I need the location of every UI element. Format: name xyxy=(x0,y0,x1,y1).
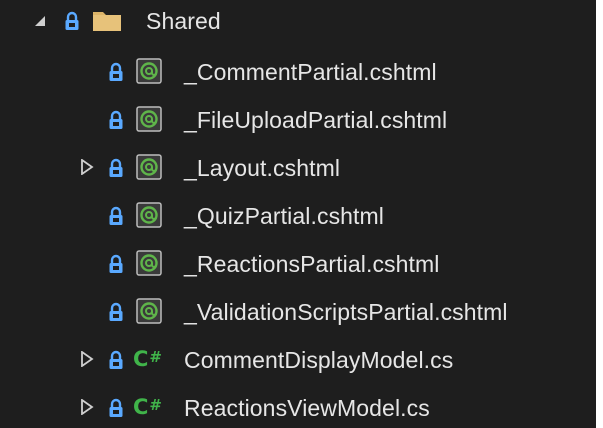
tree-item-file[interactable]: _FileUploadPartial.cshtml xyxy=(0,100,596,138)
tree-item-shared-folder[interactable]: Shared xyxy=(0,2,596,40)
lock-icon xyxy=(108,254,124,274)
file-name: _CommentPartial.cshtml xyxy=(184,59,437,85)
csharp-hash: # xyxy=(149,396,162,414)
lock-icon xyxy=(108,302,124,322)
tree-item-file[interactable]: _ReactionsPartial.cshtml xyxy=(0,244,596,282)
razor-file-icon xyxy=(136,154,162,180)
tree-item-file[interactable]: _Layout.cshtml xyxy=(0,148,596,186)
csharp-file-icon: C# xyxy=(133,349,162,370)
file-name: _FileUploadPartial.cshtml xyxy=(184,107,448,133)
csharp-file-icon: C# xyxy=(133,397,162,418)
tree-item-file[interactable]: C# CommentDisplayModel.cs xyxy=(0,340,596,378)
lock-icon xyxy=(108,350,124,370)
file-name: _ValidationScriptsPartial.cshtml xyxy=(184,299,508,325)
tree-item-file[interactable]: _ValidationScriptsPartial.cshtml xyxy=(0,292,596,330)
csharp-letter: C xyxy=(133,395,149,419)
razor-file-icon xyxy=(136,106,162,132)
lock-icon xyxy=(108,110,124,130)
lock-icon xyxy=(108,62,124,82)
razor-file-icon xyxy=(136,298,162,324)
file-name: _ReactionsPartial.cshtml xyxy=(184,251,440,277)
tree-item-file[interactable]: _QuizPartial.cshtml xyxy=(0,196,596,234)
lock-icon xyxy=(108,158,124,178)
file-name: _QuizPartial.cshtml xyxy=(184,203,385,229)
file-name: ReactionsViewModel.cs xyxy=(184,395,430,421)
triangle-collapsed-icon[interactable] xyxy=(80,351,94,367)
triangle-collapsed-icon[interactable] xyxy=(80,399,94,415)
triangle-collapsed-icon[interactable] xyxy=(80,159,94,175)
razor-file-icon xyxy=(136,202,162,228)
file-name: CommentDisplayModel.cs xyxy=(184,347,454,373)
solution-explorer-panel: Shared _CommentPartial.cshtml _FileUploa… xyxy=(0,0,596,428)
lock-icon xyxy=(108,206,124,226)
folder-name: Shared xyxy=(146,8,221,34)
csharp-hash: # xyxy=(149,348,162,366)
triangle-expanded-icon[interactable] xyxy=(33,13,47,29)
lock-icon xyxy=(64,11,80,31)
razor-file-icon xyxy=(136,58,162,84)
csharp-letter: C xyxy=(133,347,149,371)
lock-icon xyxy=(108,398,124,418)
file-name: _Layout.cshtml xyxy=(184,155,341,181)
tree-item-file[interactable]: C# ReactionsViewModel.cs xyxy=(0,388,596,426)
folder-icon xyxy=(92,7,122,33)
razor-file-icon xyxy=(136,250,162,276)
tree-item-file[interactable]: _CommentPartial.cshtml xyxy=(0,52,596,90)
